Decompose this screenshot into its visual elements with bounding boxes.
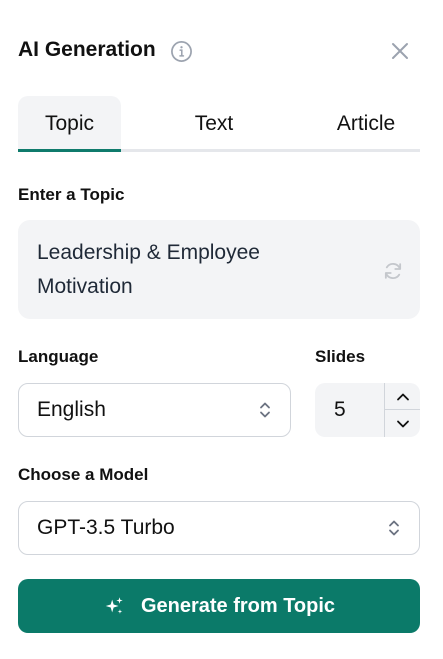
tab-article[interactable]: Article <box>312 96 420 152</box>
slides-value[interactable]: 5 <box>334 383 346 437</box>
tab-text[interactable]: Text <box>162 96 266 152</box>
slides-label: Slides <box>315 347 366 366</box>
refresh-icon[interactable] <box>382 260 404 282</box>
generate-button-label: Generate from Topic <box>140 594 336 617</box>
panel-header: AI Generation <box>18 36 420 66</box>
tab-topic[interactable]: Topic <box>18 96 121 152</box>
topic-input-value[interactable]: Leadership & Employee Motivation <box>37 236 357 304</box>
slides-decrement-button[interactable] <box>385 410 420 437</box>
generate-button[interactable]: Generate from Topic <box>18 579 420 633</box>
chevron-updown-icon <box>260 402 270 418</box>
model-select-value: GPT-3.5 Turbo <box>37 516 175 539</box>
language-select[interactable]: English <box>18 383 291 437</box>
sparkle-icon <box>105 597 123 614</box>
chevron-down-icon <box>396 420 409 427</box>
mode-tabs: Topic Text Article <box>18 96 420 152</box>
close-icon[interactable] <box>390 41 410 61</box>
slides-stepper[interactable]: 5 <box>315 383 420 437</box>
language-select-value: English <box>37 398 106 421</box>
info-icon[interactable] <box>170 40 193 63</box>
model-select[interactable]: GPT-3.5 Turbo <box>18 501 420 555</box>
slides-increment-button[interactable] <box>385 383 420 410</box>
topic-input[interactable]: Leadership & Employee Motivation <box>18 220 420 319</box>
language-label: Language <box>18 347 99 366</box>
chevron-updown-icon <box>389 520 399 536</box>
panel-title: AI Generation <box>18 38 156 61</box>
model-label: Choose a Model <box>18 465 149 484</box>
topic-label: Enter a Topic <box>18 185 125 204</box>
chevron-up-icon <box>396 393 409 400</box>
